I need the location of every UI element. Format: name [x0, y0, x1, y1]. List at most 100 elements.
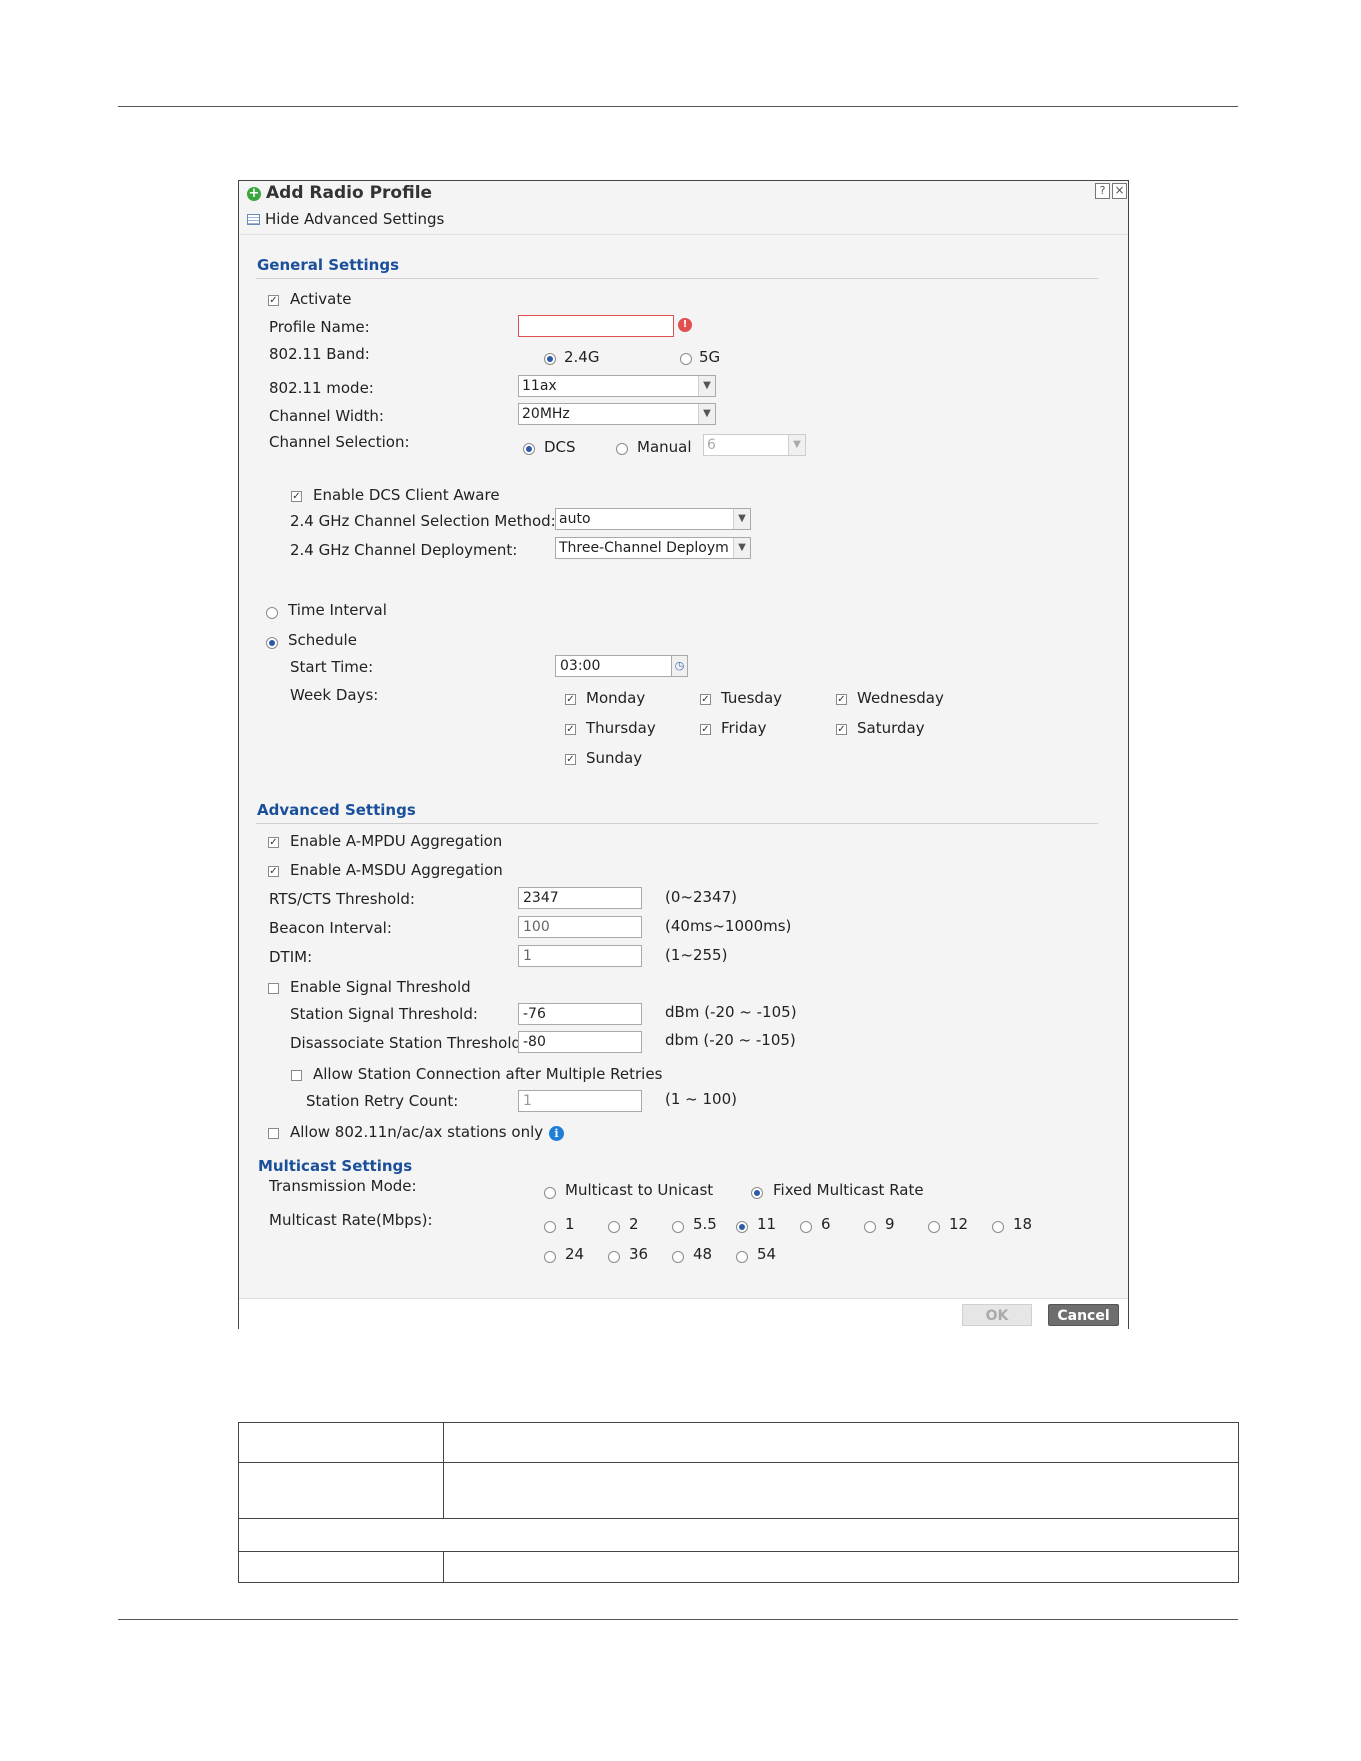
thursday-label: Thursday [586, 719, 656, 737]
channel-deployment-select[interactable]: Three-Channel Deploym ▼ [555, 537, 751, 559]
band-24-radio[interactable] [544, 353, 556, 365]
profile-name-input[interactable] [518, 315, 674, 337]
rate-12-radio[interactable] [928, 1221, 940, 1233]
rate-6-label: 6 [821, 1215, 831, 1233]
amsdu-checkbox[interactable]: ✓ [268, 866, 279, 877]
cancel-button[interactable]: Cancel [1048, 1304, 1119, 1326]
schedule-label: Schedule [288, 631, 357, 649]
tuesday-label: Tuesday [721, 689, 783, 707]
table-cell [443, 1551, 1239, 1583]
n-only-checkbox[interactable] [268, 1128, 279, 1139]
channel-method-label: 2.4 GHz Channel Selection Method: [290, 512, 556, 530]
rate-54-radio[interactable] [736, 1251, 748, 1263]
rate-5-5-radio[interactable] [672, 1221, 684, 1233]
table-cell [443, 1462, 1239, 1519]
fixed-multicast-rate-radio[interactable] [751, 1187, 763, 1199]
table-cell [238, 1551, 444, 1583]
channel-width-value: 20MHz [522, 406, 570, 422]
general-settings-heading: General Settings [257, 256, 400, 274]
rate-5-5-label: 5.5 [693, 1215, 717, 1233]
channel-method-select[interactable]: auto ▼ [555, 508, 751, 530]
page-footer-rule [118, 1619, 1238, 1620]
manual-channel-value: 6 [707, 437, 716, 453]
rate-36-radio[interactable] [608, 1251, 620, 1263]
table-cell [238, 1422, 444, 1463]
clock-icon[interactable]: ◷ [672, 655, 688, 677]
beacon-range: (40ms~1000ms) [665, 917, 792, 935]
station-signal-label: Station Signal Threshold: [290, 1005, 478, 1023]
channel-selection-label: Channel Selection: [269, 433, 410, 451]
week-days-label: Week Days: [290, 686, 379, 704]
dcs-label: DCS [544, 438, 576, 456]
multicast-to-unicast-label: Multicast to Unicast [565, 1181, 714, 1199]
rts-label: RTS/CTS Threshold: [269, 890, 415, 908]
rate-9-radio[interactable] [864, 1221, 876, 1233]
signal-threshold-label: Enable Signal Threshold [290, 978, 471, 996]
multicast-settings-heading: Multicast Settings [258, 1157, 413, 1175]
rate-6-radio[interactable] [800, 1221, 812, 1233]
info-icon[interactable]: i [549, 1126, 564, 1141]
chevron-down-icon: ▼ [733, 538, 750, 558]
rate-1-radio[interactable] [544, 1221, 556, 1233]
transmission-mode-label: Transmission Mode: [269, 1177, 417, 1195]
signal-threshold-checkbox[interactable] [268, 983, 279, 994]
saturday-checkbox[interactable]: ✓ [836, 724, 847, 735]
manual-label: Manual [637, 438, 692, 456]
start-time-label: Start Time: [290, 658, 374, 676]
rate-2-radio[interactable] [608, 1221, 620, 1233]
dtim-range: (1~255) [665, 946, 728, 964]
dtim-input[interactable]: 1 [518, 945, 642, 967]
rate-11-radio[interactable] [736, 1221, 748, 1233]
friday-checkbox[interactable]: ✓ [700, 724, 711, 735]
manual-channel-select[interactable]: 6 ▼ [703, 434, 806, 456]
time-interval-label: Time Interval [288, 601, 387, 619]
saturday-label: Saturday [857, 719, 925, 737]
sunday-checkbox[interactable]: ✓ [565, 754, 576, 765]
hide-advanced-settings-link[interactable]: Hide Advanced Settings [265, 210, 444, 228]
thursday-checkbox[interactable]: ✓ [565, 724, 576, 735]
allow-retry-checkbox[interactable] [291, 1070, 302, 1081]
tuesday-checkbox[interactable]: ✓ [700, 694, 711, 705]
retry-count-label: Station Retry Count: [306, 1092, 459, 1110]
disassoc-input[interactable]: -80 [518, 1031, 642, 1053]
station-signal-input[interactable]: -76 [518, 1003, 642, 1025]
rate-1-label: 1 [565, 1215, 575, 1233]
mode-value: 11ax [522, 378, 557, 394]
band-5-label: 5G [699, 348, 721, 366]
monday-checkbox[interactable]: ✓ [565, 694, 576, 705]
band-5-radio[interactable] [680, 353, 692, 365]
disassoc-range: dbm (-20 ~ -105) [665, 1031, 796, 1049]
channel-width-select[interactable]: 20MHz ▼ [518, 403, 716, 425]
close-icon[interactable]: × [1112, 183, 1127, 199]
help-icon[interactable]: ? [1095, 183, 1110, 199]
rate-24-label: 24 [565, 1245, 585, 1263]
description-table [238, 1422, 1239, 1583]
wednesday-checkbox[interactable]: ✓ [836, 694, 847, 705]
start-time-input[interactable]: 03:00 [555, 655, 672, 677]
beacon-input[interactable]: 100 [518, 916, 642, 938]
dcs-radio[interactable] [523, 443, 535, 455]
activate-label: Activate [290, 290, 352, 308]
multicast-rate-label: Multicast Rate(Mbps): [269, 1211, 433, 1229]
chevron-down-icon: ▼ [698, 376, 715, 396]
rate-24-radio[interactable] [544, 1251, 556, 1263]
add-icon: + [247, 186, 261, 201]
error-icon: ! [678, 318, 692, 332]
rate-48-radio[interactable] [672, 1251, 684, 1263]
manual-radio[interactable] [616, 443, 628, 455]
rate-11-label: 11 [757, 1215, 777, 1233]
time-interval-radio[interactable] [266, 607, 278, 619]
ok-button[interactable]: OK [962, 1304, 1032, 1326]
retry-count-input[interactable]: 1 [518, 1090, 642, 1112]
multicast-to-unicast-radio[interactable] [544, 1187, 556, 1199]
beacon-label: Beacon Interval: [269, 919, 392, 937]
activate-checkbox[interactable]: ✓ [268, 295, 279, 306]
rate-18-radio[interactable] [992, 1221, 1004, 1233]
table-row [238, 1551, 1239, 1583]
mode-select[interactable]: 11ax ▼ [518, 375, 716, 397]
schedule-radio[interactable] [266, 637, 278, 649]
rts-input[interactable]: 2347 [518, 887, 642, 909]
rate-48-label: 48 [693, 1245, 713, 1263]
dcs-client-aware-checkbox[interactable]: ✓ [291, 491, 302, 502]
ampdu-checkbox[interactable]: ✓ [268, 837, 279, 848]
